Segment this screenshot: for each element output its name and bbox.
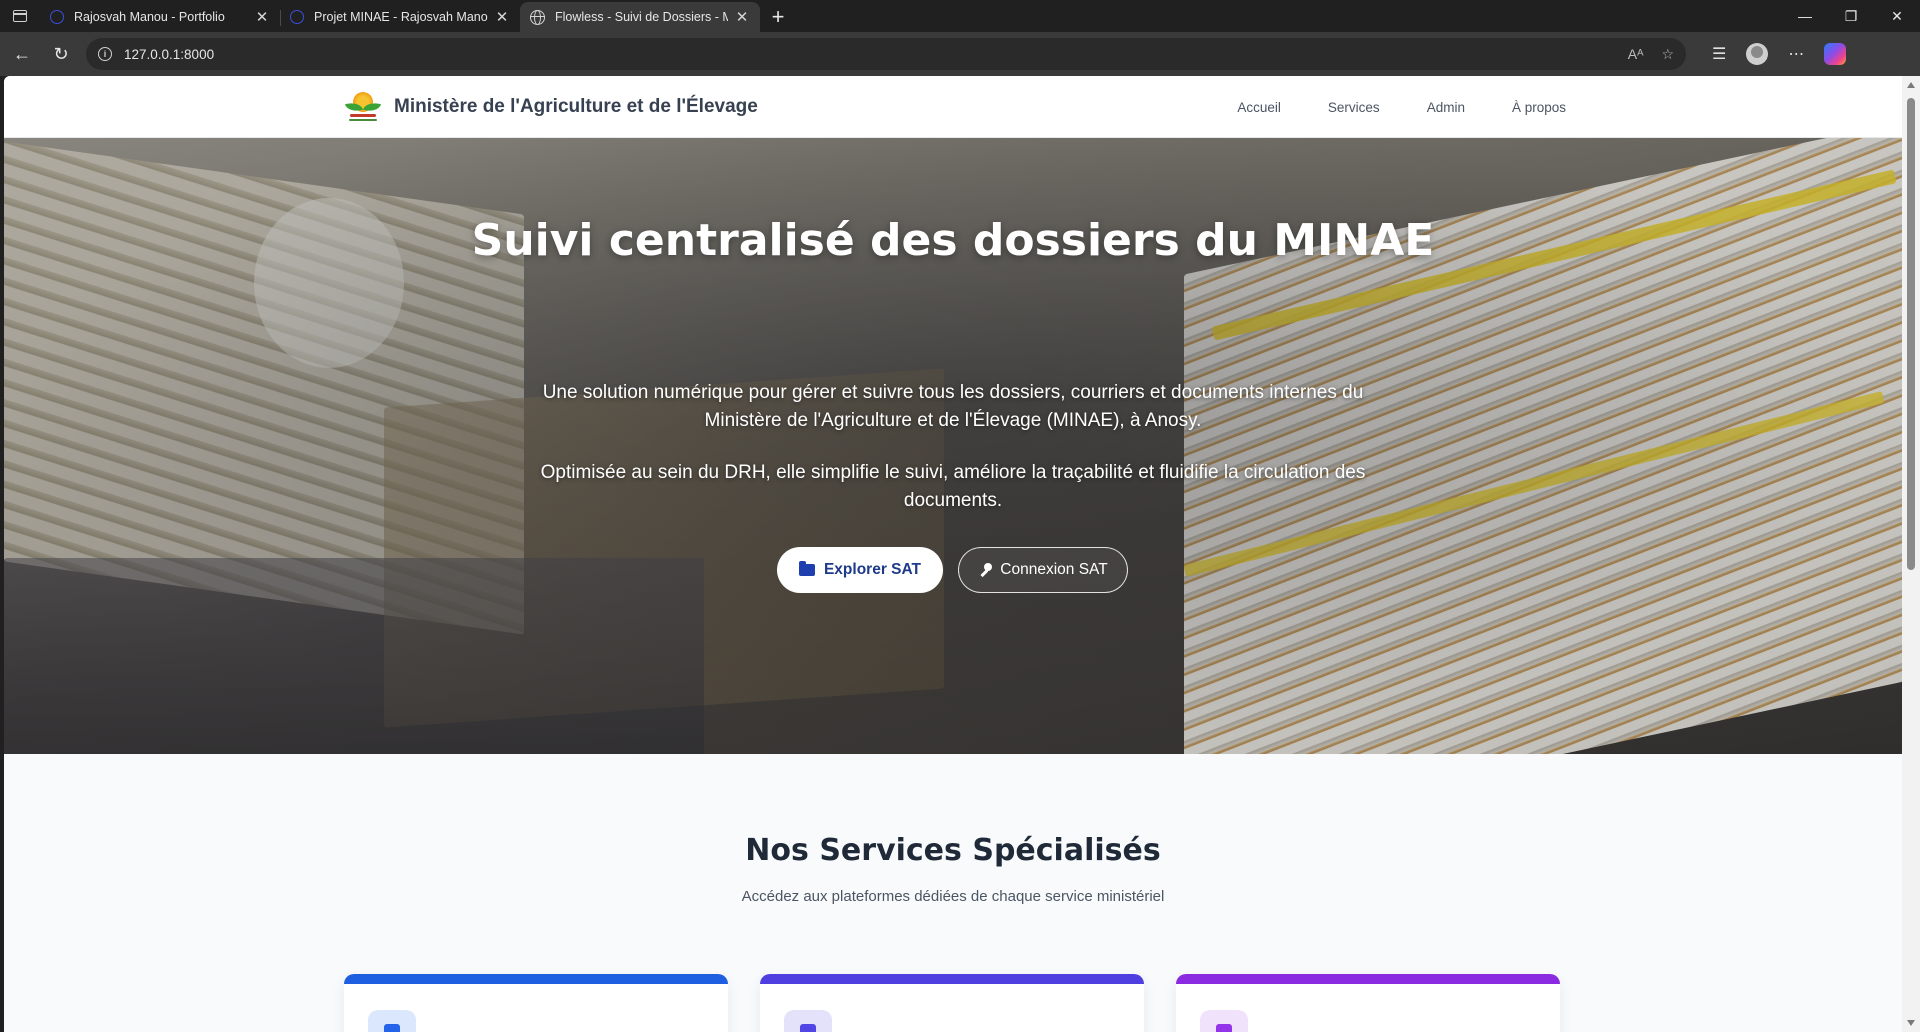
browser-tab-bar: Rajosvah Manou - Portfolio ✕ Projet MINA… [0,0,1920,32]
main-nav: Accueil Services Admin À propos [1237,76,1566,138]
page-scrollbar[interactable] [1902,76,1920,1032]
browser-toolbar: ← ↻ i 127.0.0.1:8000 Aᴬ ☆ ☰ ⋯ [0,32,1920,76]
tab-favicon-icon [290,10,304,24]
browser-tab-portfolio[interactable]: Rajosvah Manou - Portfolio ✕ [40,2,280,32]
service-card-icon [1200,1010,1248,1032]
tab-title: Flowless - Suivi de Dossiers - MIN [555,10,728,24]
favorite-star-icon[interactable]: ☆ [1661,46,1674,63]
card-accent-bar [344,974,728,984]
reload-button[interactable]: ↻ [44,37,78,71]
minimize-icon[interactable]: — [1782,0,1828,32]
tab-close-icon[interactable]: ✕ [254,8,270,26]
tab-close-icon[interactable]: ✕ [734,8,750,26]
scroll-down-icon[interactable] [1907,1020,1915,1026]
nav-link-services[interactable]: Services [1328,100,1380,115]
connexion-sat-button[interactable]: Connexion SAT [958,547,1128,593]
back-button[interactable]: ← [5,37,39,71]
services-subtitle: Accédez aux plateformes dédiées de chaqu… [741,888,1165,905]
folder-open-icon [798,561,815,576]
tab-title: Projet MINAE - Rajosvah Manou [314,10,488,24]
address-bar[interactable]: i 127.0.0.1:8000 Aᴬ ☆ [86,38,1686,70]
scroll-up-icon[interactable] [1907,82,1915,88]
card-accent-bar [1176,974,1560,984]
service-card-icon [368,1010,416,1032]
hero-description: Une solution numérique pour gérer et sui… [542,382,1364,431]
more-icon[interactable]: ⋯ [1788,44,1804,64]
copilot-icon[interactable] [1824,43,1847,65]
window-controls: — ❐ ✕ [1782,0,1920,32]
explorer-sat-label: Explorer SAT [823,561,922,578]
service-card[interactable] [1176,974,1560,1032]
key-icon [978,563,993,577]
read-aloud-icon[interactable]: Aᴬ [1628,46,1644,62]
new-tab-button[interactable]: + [760,2,796,32]
browser-tab-projet-minae[interactable]: Projet MINAE - Rajosvah Manou ✕ [280,2,520,32]
site-info-icon[interactable]: i [98,47,112,61]
tab-title: Rajosvah Manou - Portfolio [74,10,225,24]
connexion-sat-label: Connexion SAT [1000,561,1108,578]
page-viewport: Ministère de l'Agriculture et de l'Éleva… [4,76,1902,1032]
scrollbar-thumb[interactable] [1907,98,1915,570]
brand[interactable]: Ministère de l'Agriculture et de l'Éleva… [344,88,758,126]
hero-section: Suivi centralisé des dossiers du MINAE U… [4,138,1902,754]
explorer-sat-button[interactable]: Explorer SAT [777,547,943,593]
globe-icon [530,9,545,25]
service-card[interactable] [344,974,728,1032]
minae-logo-icon [344,88,382,126]
service-card-icon [784,1010,832,1032]
profile-icon[interactable] [1746,43,1769,65]
nav-link-admin[interactable]: Admin [1427,100,1465,115]
card-accent-bar [760,974,1144,984]
tab-actions-icon [13,10,27,22]
site-header: Ministère de l'Agriculture et de l'Éleva… [4,76,1902,138]
browser-tab-flowless[interactable]: Flowless - Suivi de Dossiers - MIN ✕ [520,2,760,32]
close-window-icon[interactable]: ✕ [1874,0,1920,32]
favorites-icon[interactable]: ☰ [1712,44,1726,64]
restore-icon[interactable]: ❐ [1828,0,1874,32]
hero-description-secondary: Optimisée au sein du DRH, elle simplifie… [540,462,1366,511]
tab-favicon-icon [50,10,64,24]
hero-title: Suivi centralisé des dossiers du MINAE [471,215,1435,266]
tab-close-icon[interactable]: ✕ [494,8,510,26]
tab-actions-button[interactable] [0,0,40,32]
service-card[interactable] [760,974,1144,1032]
brand-name: Ministère de l'Agriculture et de l'Éleva… [394,96,758,117]
nav-link-accueil[interactable]: Accueil [1237,100,1281,115]
url-text[interactable]: 127.0.0.1:8000 [124,47,1628,62]
nav-link-a-propos[interactable]: À propos [1512,100,1566,115]
services-title: Nos Services Spécialisés [745,833,1161,868]
